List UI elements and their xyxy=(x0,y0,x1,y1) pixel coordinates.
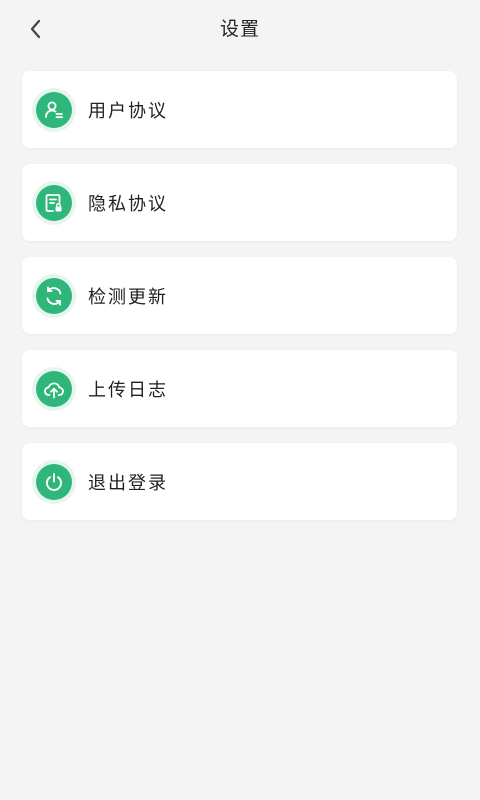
settings-item-user-agreement[interactable]: 用户协议 xyxy=(22,71,457,148)
settings-item-label: 检测更新 xyxy=(88,286,168,308)
cloud-upload-icon xyxy=(36,370,72,407)
power-icon xyxy=(36,463,72,500)
privacy-document-icon xyxy=(36,184,72,221)
settings-item-label: 隐私协议 xyxy=(88,193,168,215)
top-bar: 设置 xyxy=(0,0,480,56)
settings-item-label: 上传日志 xyxy=(88,379,168,401)
refresh-icon xyxy=(36,277,72,314)
page-title: 设置 xyxy=(219,18,260,40)
settings-item-logout[interactable]: 退出登录 xyxy=(22,443,457,520)
settings-list: 用户协议 隐私协议 检测更新 上传日志 退出登录 xyxy=(22,71,457,536)
user-agreement-icon xyxy=(36,91,72,128)
settings-item-check-update[interactable]: 检测更新 xyxy=(22,257,457,334)
settings-item-upload-log[interactable]: 上传日志 xyxy=(22,350,457,427)
settings-item-label: 用户协议 xyxy=(88,100,168,122)
settings-item-label: 退出登录 xyxy=(88,472,168,494)
settings-item-privacy-agreement[interactable]: 隐私协议 xyxy=(22,164,457,241)
